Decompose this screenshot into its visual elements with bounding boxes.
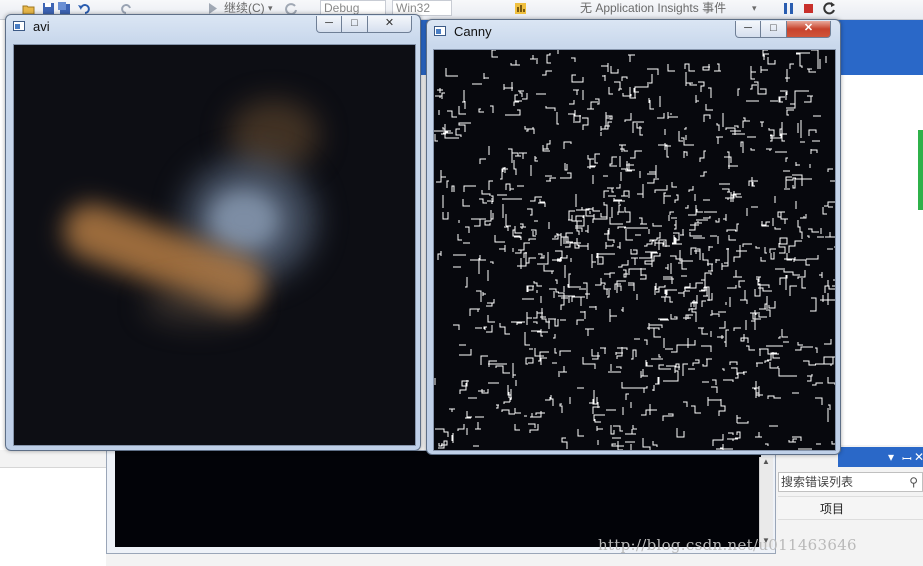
window-app-icon xyxy=(434,26,446,36)
canny-edges xyxy=(434,50,835,450)
stop-icon[interactable] xyxy=(802,2,815,15)
output-panel xyxy=(0,467,106,566)
column-header-project[interactable]: 项目 xyxy=(820,500,844,517)
pause-icon[interactable] xyxy=(782,2,795,15)
restart-debug-icon[interactable] xyxy=(823,2,836,15)
close-button[interactable]: ✕ xyxy=(368,16,412,33)
close-button[interactable]: ✕ xyxy=(787,21,831,38)
console-scrollbar[interactable]: ▲ ▼ xyxy=(759,457,773,547)
avi-video-frame xyxy=(13,44,416,446)
vs-editor-area xyxy=(838,75,923,445)
canny-edge-image xyxy=(433,49,836,451)
edge-paths xyxy=(434,50,835,450)
watermark: http://blog.csdn.net/u011463646 xyxy=(598,536,857,554)
close-icon[interactable]: ✕ xyxy=(914,450,923,464)
application-insights-label[interactable]: 无 Application Insights 事件 xyxy=(580,0,726,18)
maximize-button[interactable]: □ xyxy=(342,16,368,33)
error-list-search-input[interactable]: 搜索错误列表 ⚲ xyxy=(778,472,923,492)
canny-titlebar[interactable]: Canny ─ □ ✕ xyxy=(427,20,840,44)
search-placeholder: 搜索错误列表 xyxy=(781,475,854,489)
error-list-titlebar: ▾ ꟷ ✕ xyxy=(838,447,923,467)
error-list-header: 项目 xyxy=(778,496,923,520)
avi-window-title: avi xyxy=(33,19,50,34)
minimize-button[interactable]: ─ xyxy=(735,21,761,38)
dropdown-icon[interactable]: ▾ xyxy=(888,450,894,464)
blurred-satellite-image xyxy=(14,45,415,445)
scroll-up-icon[interactable]: ▲ xyxy=(762,457,770,466)
search-icon[interactable]: ⚲ xyxy=(909,473,918,491)
canny-window[interactable]: Canny ─ □ ✕ xyxy=(426,19,841,455)
canny-window-title: Canny xyxy=(454,24,492,39)
avi-window[interactable]: avi ─ □ ✕ xyxy=(5,14,421,451)
application-insights-icon[interactable] xyxy=(514,2,527,15)
window-app-icon xyxy=(13,21,25,31)
change-indicator xyxy=(918,130,923,210)
minimize-button[interactable]: ─ xyxy=(316,16,342,33)
console-output xyxy=(115,451,761,547)
maximize-button[interactable]: □ xyxy=(761,21,787,38)
avi-titlebar[interactable]: avi ─ □ ✕ xyxy=(6,15,420,39)
pin-icon[interactable]: ꟷ xyxy=(902,450,912,467)
chevron-down-icon[interactable]: ▾ xyxy=(752,0,757,18)
